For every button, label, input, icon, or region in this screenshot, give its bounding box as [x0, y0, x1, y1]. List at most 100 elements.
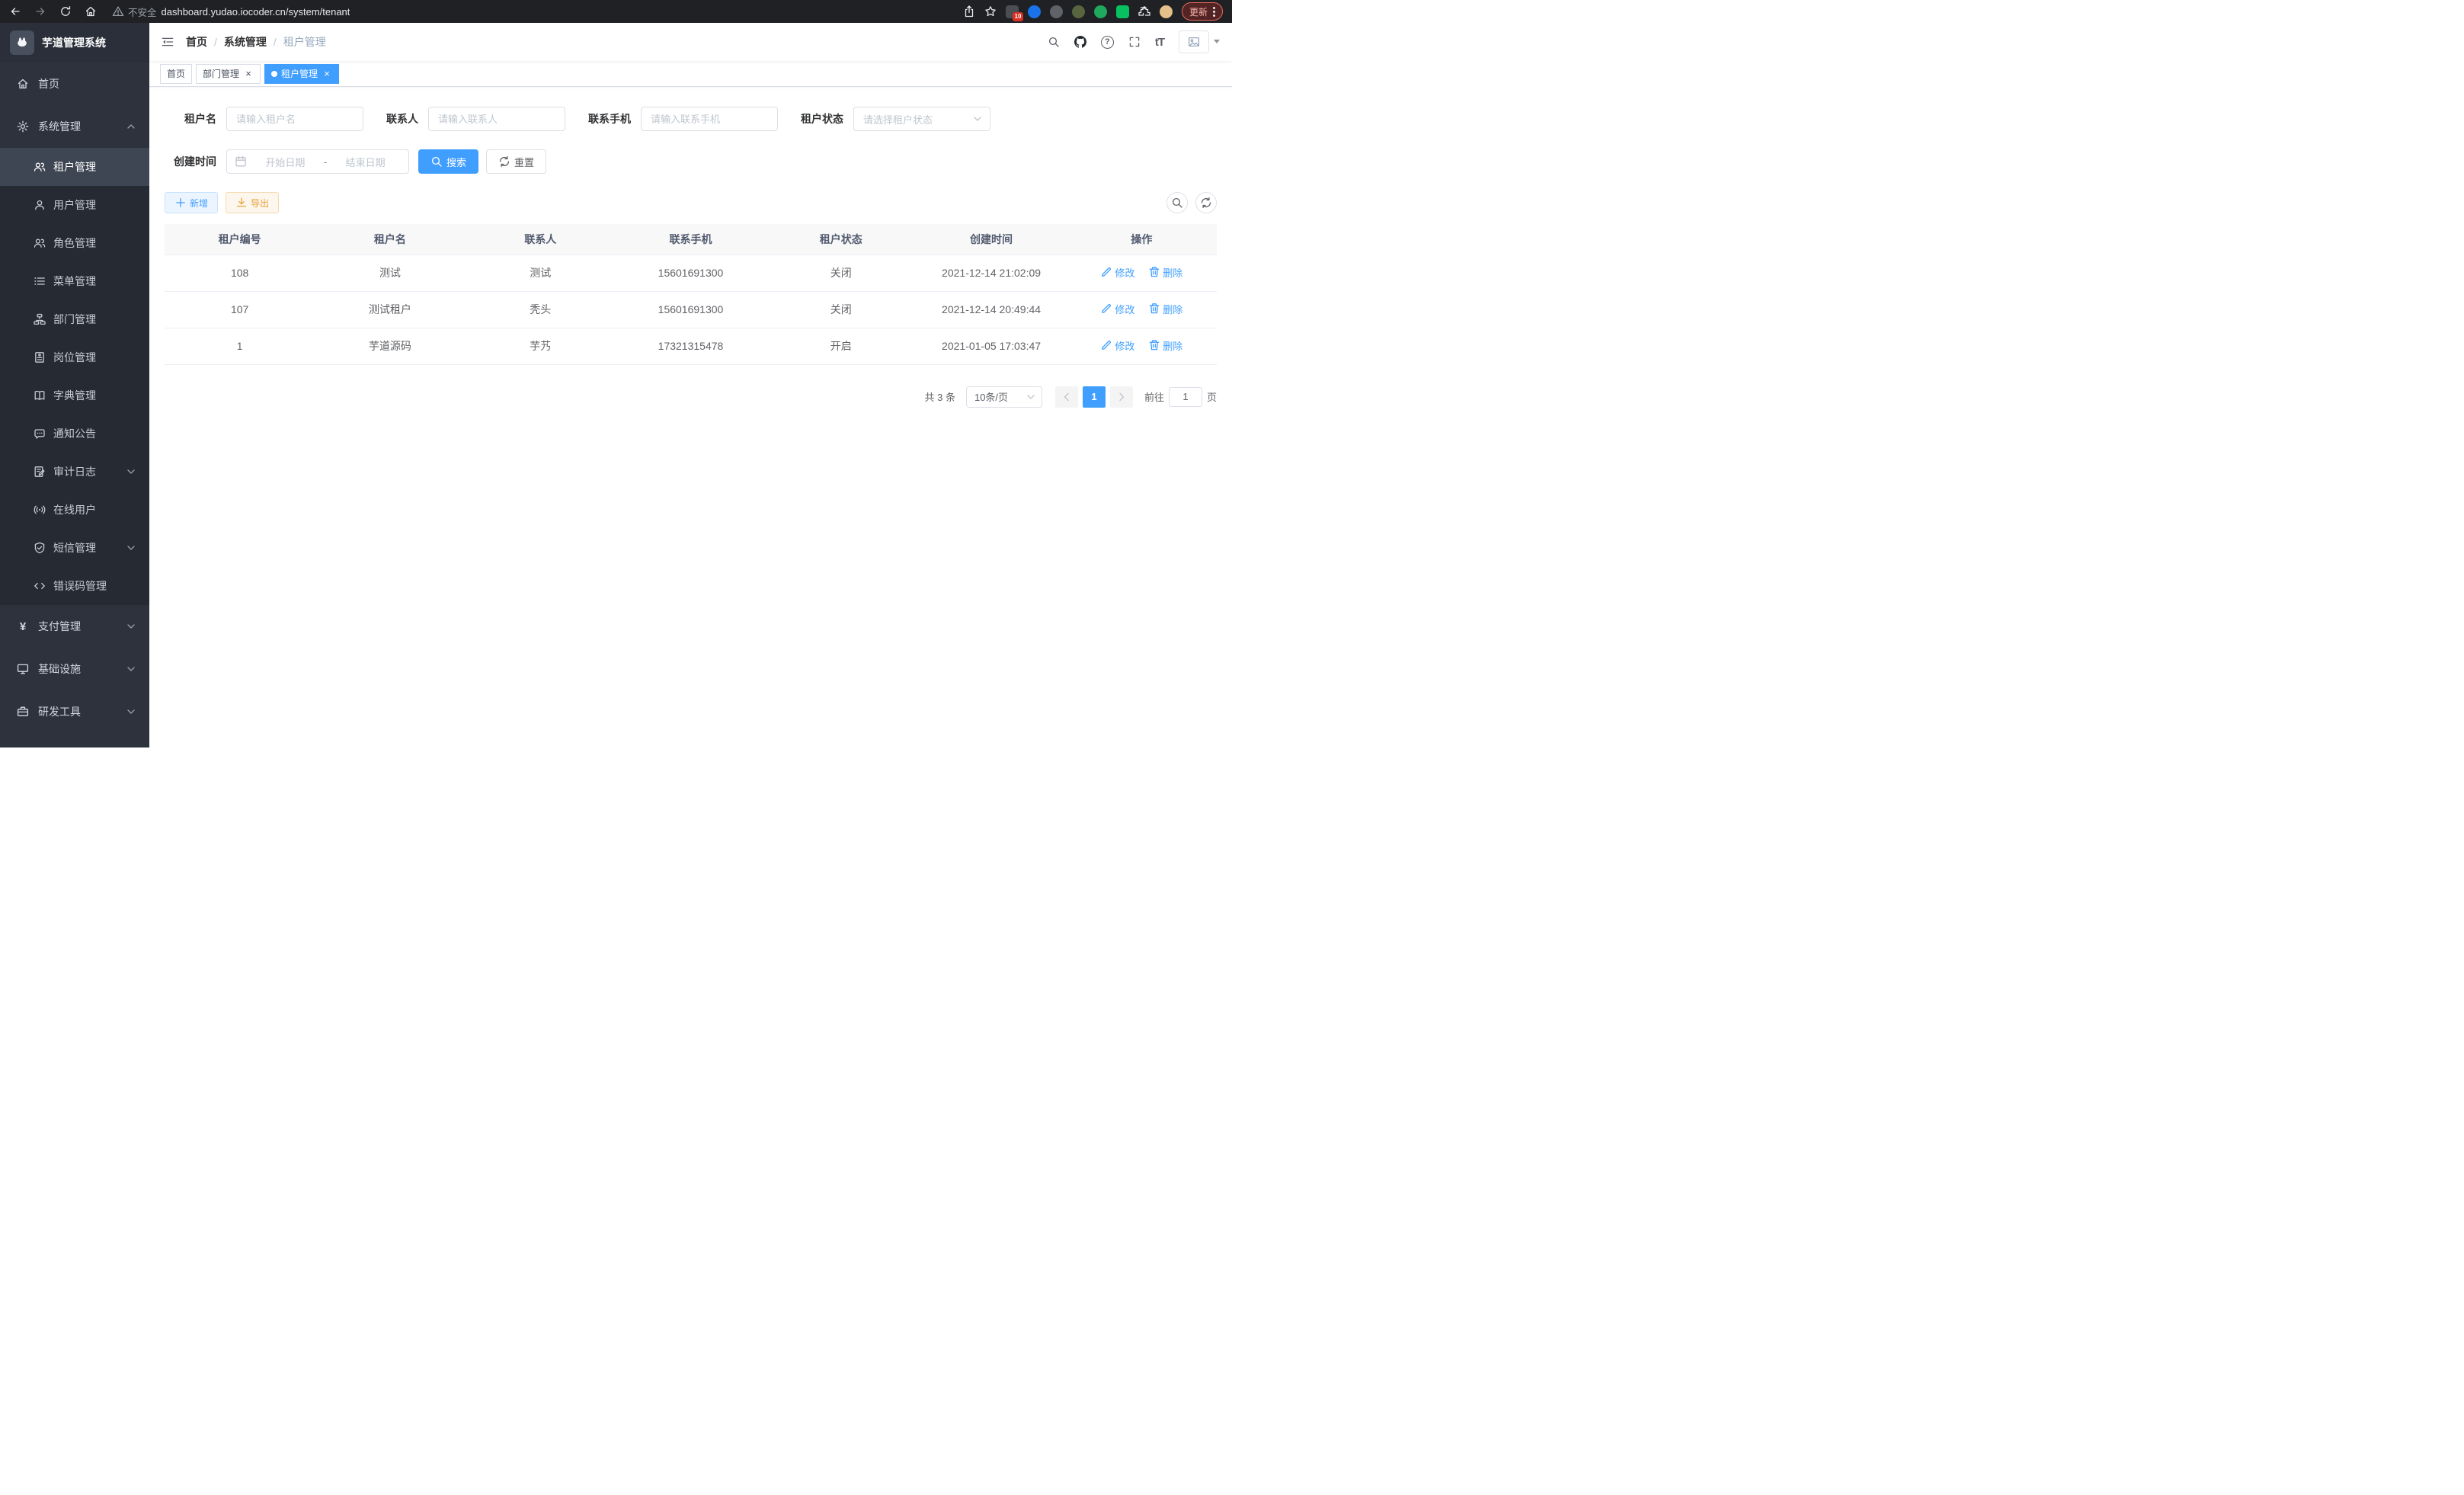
- sidebar-toggle-button[interactable]: [162, 36, 174, 48]
- help-icon[interactable]: ?: [1101, 36, 1114, 49]
- chevron-up-icon: [125, 120, 137, 133]
- extension-icon-gray[interactable]: [1050, 5, 1063, 18]
- tab-tenant[interactable]: 租户管理 ×: [264, 64, 339, 84]
- cell-status: 关闭: [766, 291, 916, 328]
- add-button[interactable]: 新增: [165, 192, 218, 213]
- sidebar-item-post[interactable]: 岗位管理: [0, 338, 149, 376]
- font-size-icon[interactable]: tT: [1155, 36, 1164, 49]
- cell-phone: 15601691300: [616, 255, 766, 291]
- org-tree-icon: [34, 313, 46, 325]
- next-page-button[interactable]: [1110, 386, 1133, 408]
- search-button[interactable]: 搜索: [418, 149, 478, 174]
- sidebar-item-role[interactable]: 角色管理: [0, 224, 149, 262]
- sidebar-item-dept[interactable]: 部门管理: [0, 300, 149, 338]
- export-button[interactable]: 导出: [226, 192, 279, 213]
- column-header: 租户名: [315, 224, 465, 255]
- update-button[interactable]: 更新: [1182, 2, 1223, 21]
- table-toolbar: 新增 导出: [165, 192, 1217, 213]
- warning-triangle-icon: [112, 5, 124, 18]
- bookmark-star-icon[interactable]: [984, 5, 997, 18]
- topbar-actions: ? tT: [1048, 30, 1220, 53]
- delete-button[interactable]: 删除: [1148, 338, 1182, 353]
- sidebar-item-online-user[interactable]: 在线用户: [0, 491, 149, 529]
- address-bar[interactable]: 不安全 dashboard.yudao.iocoder.cn/system/te…: [112, 5, 963, 19]
- column-header: 租户状态: [766, 224, 916, 255]
- chevron-down-icon: [125, 620, 137, 632]
- cell-tenant-id: 1: [165, 328, 315, 364]
- sidebar-item-notice[interactable]: 通知公告: [0, 415, 149, 453]
- extension-icon-chat[interactable]: [1116, 5, 1129, 18]
- edit-button[interactable]: 修改: [1100, 338, 1134, 353]
- create-time-range-picker[interactable]: 开始日期 - 结束日期: [226, 149, 409, 174]
- users-icon: [34, 161, 46, 173]
- main: 首页 / 系统管理 / 租户管理 ? tT: [149, 23, 1232, 748]
- extension-icon-adblock[interactable]: 10: [1006, 5, 1019, 18]
- delete-button[interactable]: 删除: [1148, 302, 1182, 316]
- sidebar-item-sms[interactable]: 短信管理: [0, 529, 149, 567]
- github-icon[interactable]: [1074, 36, 1086, 48]
- phone-input[interactable]: [641, 107, 778, 131]
- browser-nav: [9, 5, 97, 18]
- security-chip[interactable]: 不安全: [112, 5, 157, 19]
- extension-icon-olive[interactable]: [1072, 5, 1085, 18]
- sidebar-item-home[interactable]: 首页: [0, 62, 149, 105]
- sidebar-item-infra[interactable]: 基础设施: [0, 648, 149, 690]
- breadcrumb-system[interactable]: 系统管理: [224, 34, 267, 50]
- toggle-search-button[interactable]: [1166, 192, 1188, 213]
- tenant-name-input[interactable]: [226, 107, 363, 131]
- prev-page-button[interactable]: [1055, 386, 1078, 408]
- page-size-select[interactable]: 10条/页: [966, 386, 1042, 408]
- home-browser-icon[interactable]: [85, 5, 97, 18]
- avatar: [1179, 30, 1209, 53]
- sidebar-item-dev-tools[interactable]: 研发工具: [0, 690, 149, 733]
- tab-dept[interactable]: 部门管理 ×: [196, 64, 261, 84]
- refresh-table-button[interactable]: [1195, 192, 1217, 213]
- extension-icon-green[interactable]: [1094, 5, 1107, 18]
- sidebar-item-audit-log[interactable]: 审计日志: [0, 453, 149, 491]
- sidebar-item-dict[interactable]: 字典管理: [0, 376, 149, 415]
- tab-home[interactable]: 首页: [160, 64, 192, 84]
- reset-button[interactable]: 重置: [486, 149, 546, 174]
- breadcrumb-home[interactable]: 首页: [186, 34, 207, 50]
- pencil-icon: [1100, 303, 1112, 315]
- search-icon: [430, 155, 443, 168]
- extension-icon-blue[interactable]: [1028, 5, 1041, 18]
- sidebar-item-menu[interactable]: 菜单管理: [0, 262, 149, 300]
- create-time-label: 创建时间: [165, 154, 226, 169]
- list-icon: [34, 275, 46, 287]
- tab-close-icon[interactable]: ×: [322, 69, 332, 79]
- delete-button[interactable]: 删除: [1148, 265, 1182, 280]
- chevron-down-icon: [971, 113, 984, 125]
- edit-button[interactable]: 修改: [1100, 302, 1134, 316]
- sidebar-item-user[interactable]: 用户管理: [0, 186, 149, 224]
- breadcrumb: 首页 / 系统管理 / 租户管理: [186, 34, 326, 50]
- contact-input[interactable]: [428, 107, 565, 131]
- share-icon[interactable]: [963, 5, 975, 18]
- sidebar-item-system[interactable]: 系统管理: [0, 105, 149, 148]
- sidebar-menu: 首页 系统管理 租户管理 用户管理: [0, 62, 149, 748]
- fullscreen-icon[interactable]: [1128, 36, 1141, 48]
- yen-icon: ¥: [17, 620, 29, 633]
- sidebar-item-tenant[interactable]: 租户管理: [0, 148, 149, 186]
- tab-close-icon[interactable]: ×: [243, 69, 254, 79]
- search-icon[interactable]: [1048, 36, 1060, 48]
- browser-menu-icon[interactable]: [1213, 7, 1215, 17]
- breadcrumb-separator: /: [214, 36, 217, 48]
- reload-icon[interactable]: [59, 5, 72, 18]
- contact-field: 联系人: [386, 107, 565, 131]
- forward-icon[interactable]: [34, 5, 46, 18]
- goto-page-input[interactable]: [1169, 387, 1202, 407]
- chevron-down-icon: [1025, 391, 1037, 403]
- user-avatar-menu[interactable]: [1179, 30, 1220, 53]
- edit-button[interactable]: 修改: [1100, 265, 1134, 280]
- app-logo[interactable]: 芋道管理系统: [0, 23, 149, 62]
- signal-icon: [34, 504, 46, 516]
- sidebar-item-payment[interactable]: ¥ 支付管理: [0, 605, 149, 648]
- profile-avatar[interactable]: [1160, 5, 1173, 18]
- page-number-button[interactable]: 1: [1083, 386, 1106, 408]
- download-icon: [235, 197, 248, 209]
- sidebar-item-error-code[interactable]: 错误码管理: [0, 567, 149, 605]
- back-icon[interactable]: [9, 5, 21, 18]
- tenant-status-select[interactable]: 请选择租户状态: [853, 107, 990, 131]
- extensions-puzzle-icon[interactable]: [1138, 5, 1150, 18]
